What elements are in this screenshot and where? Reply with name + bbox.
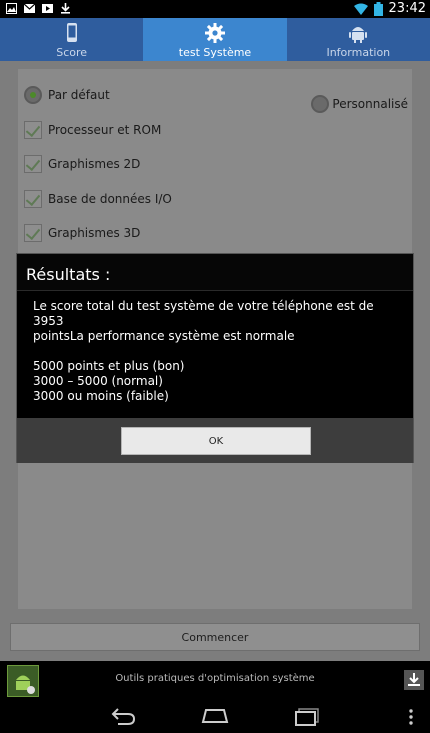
home-icon[interactable] <box>201 708 229 724</box>
recent-apps-icon[interactable] <box>294 708 320 726</box>
checkbox-3d[interactable] <box>24 224 42 242</box>
radio-default[interactable] <box>24 86 42 104</box>
phone-icon <box>66 23 77 42</box>
tab-score-label: Score <box>56 46 88 59</box>
check-2d-label: Graphismes 2D <box>48 157 141 171</box>
custom-option[interactable]: Personnalisé <box>311 95 408 113</box>
tab-test-systeme-label: test Système <box>178 46 252 59</box>
check-cpu-rom-label: Processeur et ROM <box>48 123 162 137</box>
ad-banner[interactable]: Outils pratiques d'optimisation système <box>0 661 430 700</box>
tab-test-systeme[interactable]: test Système <box>143 18 287 61</box>
ad-text: Outils pratiques d'optimisation système <box>115 673 315 684</box>
check-db-io-label: Base de données I/O <box>48 192 172 206</box>
tab-score[interactable]: Score <box>0 18 143 61</box>
battery-icon <box>373 1 383 16</box>
video-icon <box>42 4 53 13</box>
tab-information-label: Information <box>326 46 391 59</box>
gmail-icon <box>24 3 35 13</box>
clock: 23:42 <box>388 1 426 16</box>
tab-bar: Score test Système Information <box>0 18 430 61</box>
dialog-title: Résultats : <box>17 254 413 290</box>
check-2d[interactable]: Graphismes 2D <box>24 155 140 173</box>
status-bar: 23:42 <box>0 0 430 18</box>
default-label: Par défaut <box>48 88 110 102</box>
download-icon <box>61 3 70 14</box>
back-icon[interactable] <box>110 708 136 726</box>
check-3d[interactable]: Graphismes 3D <box>24 224 140 242</box>
range-normal: 3000 – 5000 (normal) <box>33 374 163 388</box>
navigation-bar <box>0 700 430 733</box>
dialog-footer: OK <box>17 418 413 463</box>
ok-button[interactable]: OK <box>121 427 311 455</box>
tab-information[interactable]: Information <box>287 18 430 61</box>
image-icon <box>6 3 17 14</box>
ad-download-icon[interactable] <box>404 670 424 690</box>
gear-icon <box>204 23 225 43</box>
check-db-io[interactable]: Base de données I/O <box>24 190 172 208</box>
menu-icon[interactable] <box>408 708 414 726</box>
app-logo-icon <box>7 665 39 697</box>
result-line-2: pointsLa performance système est normale <box>33 329 295 343</box>
radio-custom[interactable] <box>311 95 330 113</box>
check-cpu-rom[interactable]: Processeur et ROM <box>24 121 161 139</box>
range-weak: 3000 ou moins (faible) <box>33 389 169 403</box>
wifi-icon <box>353 3 368 15</box>
custom-label: Personnalisé <box>332 97 408 111</box>
results-dialog: Résultats : Le score total du test systè… <box>16 253 414 463</box>
default-option[interactable]: Par défaut <box>24 86 110 104</box>
start-button[interactable]: Commencer <box>10 623 420 651</box>
check-3d-label: Graphismes 3D <box>48 226 141 240</box>
checkbox-db-io[interactable] <box>24 190 42 208</box>
checkbox-2d[interactable] <box>24 155 42 173</box>
result-line-1: Le score total du test système de votre … <box>33 299 374 328</box>
checkbox-cpu-rom[interactable] <box>24 121 42 139</box>
dialog-body: Le score total du test système de votre … <box>17 291 413 418</box>
range-good: 5000 points et plus (bon) <box>33 359 185 373</box>
android-icon <box>349 27 368 43</box>
